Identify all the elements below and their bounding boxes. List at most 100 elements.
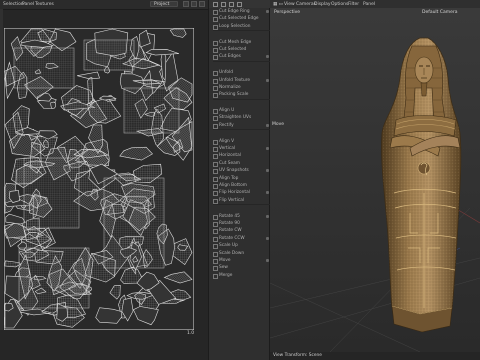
uv-shell-large[interactable] <box>18 247 90 309</box>
scale-icon[interactable] <box>237 1 242 7</box>
row-checkbox-icon[interactable] <box>213 251 218 257</box>
uv-left-toolstrip[interactable] <box>0 9 3 360</box>
row-checkbox-icon[interactable] <box>213 93 218 99</box>
row-checkbox-icon[interactable] <box>213 176 218 182</box>
toolkit-row[interactable]: Loop Selection <box>213 23 273 30</box>
toolkit-row[interactable]: Cut Edge Ring <box>213 8 273 15</box>
uv-shell-large[interactable] <box>23 157 80 229</box>
row-checkbox-icon[interactable] <box>213 109 218 115</box>
3d-viewport[interactable] <box>270 8 480 352</box>
row-checkbox-icon[interactable] <box>213 47 218 53</box>
row-checkbox-icon[interactable] <box>213 258 218 264</box>
row-checkbox-icon[interactable] <box>213 198 218 204</box>
uv-shell-large[interactable] <box>83 39 135 71</box>
toolkit-row[interactable]: Straighten UVs <box>213 114 273 122</box>
move-icon[interactable] <box>221 1 226 7</box>
row-checkbox-icon[interactable] <box>213 123 218 129</box>
menu-textures[interactable]: Textures <box>35 2 54 7</box>
toolkit-row[interactable]: Move <box>213 257 273 264</box>
row-options-icon[interactable] <box>266 55 269 59</box>
toolkit-row[interactable]: Rotate 90 <box>213 220 273 227</box>
menu-view[interactable]: View <box>284 2 295 7</box>
row-checkbox-icon[interactable] <box>213 85 218 91</box>
grid-icon[interactable] <box>183 1 189 7</box>
toolkit-row[interactable]: Scale Up <box>213 242 273 250</box>
row-checkbox-icon[interactable] <box>213 266 218 272</box>
uv-shell-large[interactable] <box>13 47 75 89</box>
toolkit-row[interactable]: Rotate CCW <box>213 235 273 242</box>
row-options-icon[interactable] <box>266 147 269 151</box>
toolkit-row[interactable]: Flip Vertical <box>213 197 273 204</box>
viewport-icon-bar[interactable]: ▦ ▭ <box>273 2 283 7</box>
toolkit-row[interactable]: Sew <box>213 264 273 272</box>
toolkit-row[interactable]: Flip Horizontal <box>213 189 273 197</box>
toolkit-row[interactable]: Vertical <box>213 145 273 153</box>
uv-shell[interactable] <box>50 101 57 109</box>
row-checkbox-icon[interactable] <box>213 55 218 61</box>
select-icon[interactable] <box>213 1 218 7</box>
uv-shell-large[interactable] <box>103 177 165 269</box>
toolkit-row[interactable]: Normalize <box>213 84 273 91</box>
uv-shell-large[interactable] <box>123 87 180 134</box>
toolkit-row[interactable]: Align Bottom <box>213 182 273 189</box>
toolkit-row[interactable]: Cut Seam <box>213 160 273 167</box>
row-checkbox-icon[interactable] <box>213 40 218 46</box>
checker-icon[interactable] <box>191 1 197 7</box>
menu-display[interactable]: Display <box>314 2 331 7</box>
row-checkbox-icon[interactable] <box>213 147 218 153</box>
row-checkbox-icon[interactable] <box>213 169 218 175</box>
menu-options[interactable]: Options <box>331 2 348 7</box>
menu-panel-vp[interactable]: Panel <box>363 2 375 7</box>
image-icon[interactable] <box>199 1 205 7</box>
row-options-icon[interactable] <box>266 78 269 82</box>
toolkit-row[interactable]: Align Top <box>213 175 273 182</box>
toolkit-row[interactable]: Packing Scale <box>213 91 273 99</box>
row-checkbox-icon[interactable] <box>213 191 218 197</box>
toolkit-row[interactable]: UV Snapshots <box>213 167 273 175</box>
row-checkbox-icon[interactable] <box>213 24 218 30</box>
row-checkbox-icon[interactable] <box>213 183 218 189</box>
row-checkbox-icon[interactable] <box>213 161 218 167</box>
row-checkbox-icon[interactable] <box>213 273 218 279</box>
toolkit-row[interactable]: Rotate 45 <box>213 213 273 220</box>
toolkit-row[interactable]: Cut Edges <box>213 53 273 61</box>
menu-selection[interactable]: Selection <box>3 2 24 7</box>
toolkit-row[interactable]: Align U <box>213 107 273 115</box>
row-options-icon[interactable] <box>266 191 269 195</box>
toolkit-row[interactable]: Unfold <box>213 69 273 77</box>
rotate-icon[interactable] <box>229 1 234 7</box>
toolkit-row[interactable]: Scale Down <box>213 250 273 257</box>
menu-panel[interactable]: Panel <box>22 2 34 7</box>
toolkit-row[interactable]: Cut Selected <box>213 46 273 53</box>
toolkit-row[interactable]: Cut Mesh Edge <box>213 39 273 46</box>
row-checkbox-icon[interactable] <box>213 139 218 145</box>
menu-cameras[interactable]: Cameras <box>296 2 316 7</box>
row-checkbox-icon[interactable] <box>213 78 218 84</box>
row-checkbox-icon[interactable] <box>213 154 218 160</box>
row-checkbox-icon[interactable] <box>213 214 218 220</box>
row-checkbox-icon[interactable] <box>213 221 218 227</box>
row-checkbox-icon[interactable] <box>213 71 218 77</box>
uv-layout-canvas[interactable] <box>4 28 194 330</box>
toolkit-row[interactable]: Rectify <box>213 122 273 129</box>
row-checkbox-icon[interactable] <box>213 10 218 15</box>
toolkit-row[interactable]: Merge <box>213 272 273 279</box>
project-select[interactable]: Project <box>150 1 178 7</box>
row-checkbox-icon[interactable] <box>213 236 218 242</box>
menu-filter[interactable]: Filter <box>348 2 359 7</box>
toolkit-row[interactable]: Rotate CW <box>213 227 273 235</box>
row-options-icon[interactable] <box>266 123 269 127</box>
uv-shell[interactable] <box>87 77 94 106</box>
toolkit-row[interactable]: Horizontal <box>213 152 273 160</box>
row-options-icon[interactable] <box>266 258 269 262</box>
row-options-icon[interactable] <box>266 236 269 240</box>
row-checkbox-icon[interactable] <box>213 229 218 235</box>
toolkit-row[interactable]: Align V <box>213 138 273 145</box>
row-options-icon[interactable] <box>266 10 269 13</box>
toolkit-row[interactable]: Unfold Texture <box>213 77 273 84</box>
row-checkbox-icon[interactable] <box>213 244 218 250</box>
row-checkbox-icon[interactable] <box>213 17 218 23</box>
toolkit-row[interactable]: Cut Selected Edge <box>213 15 273 23</box>
row-options-icon[interactable] <box>266 214 269 218</box>
row-options-icon[interactable] <box>266 169 269 173</box>
